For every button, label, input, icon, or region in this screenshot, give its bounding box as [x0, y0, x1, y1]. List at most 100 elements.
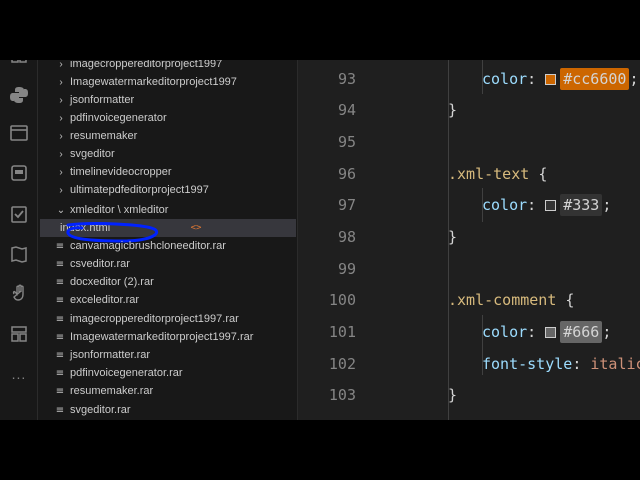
code-line[interactable]: 102 font-style: italic [298, 349, 640, 379]
code-line[interactable]: 95 [298, 127, 640, 157]
file-lines-icon: ≡ [55, 349, 65, 361]
semicolon: ; [602, 323, 612, 341]
tree-folder[interactable]: › resumemaker [40, 127, 296, 145]
code-line[interactable]: 94 } [298, 95, 640, 125]
colon: : [527, 323, 537, 341]
tree-label: Imagewatermarkeditorproject1997 [70, 76, 237, 88]
color-swatch[interactable] [545, 200, 557, 211]
tree-label: canvamagicbrushcloneeditor.rar [70, 240, 226, 252]
tree-label: pdfinvoicegenerator [70, 112, 167, 124]
tree-folder[interactable]: › imagecroppereditorproject1997 [40, 60, 296, 73]
tree-folder[interactable]: › timelinevideocropper [40, 163, 296, 181]
tree-folder[interactable]: › jsonformatter [40, 91, 296, 109]
tree-label: svgeditor [70, 148, 115, 160]
tree-folder-open[interactable]: ⌄ xmleditor \ xmleditor [40, 201, 296, 219]
line-number: 94 [337, 101, 356, 119]
map-icon[interactable] [8, 243, 30, 265]
code-line[interactable]: 98 } [298, 222, 640, 252]
browser-icon[interactable] [8, 122, 30, 144]
code-line[interactable]: 96 .xml-text { [298, 159, 640, 189]
tree-folder[interactable]: › ultimatepdfeditorproject1997 [40, 181, 296, 199]
code-line[interactable]: 103 } [298, 380, 640, 410]
tree-label: exceleditor.rar [70, 294, 140, 306]
line-number: 97 [337, 196, 356, 214]
chevron-right-icon: › [59, 166, 63, 178]
vscode-window: ... › imagecroppereditorproject1997 › Imag… [0, 60, 640, 420]
tree-label: jsonformatter.rar [70, 349, 151, 361]
line-number: 95 [337, 133, 356, 151]
tree-file[interactable]: ≡ jsonformatter.rar [40, 346, 296, 364]
tree-file[interactable]: ≡ docxeditor (2).rar [40, 273, 296, 291]
code-line[interactable]: 101 color: #666; [298, 317, 640, 347]
chevron-right-icon: › [59, 60, 63, 70]
line-number: 100 [328, 291, 356, 309]
color-swatch[interactable] [545, 327, 557, 338]
tree-folder[interactable]: › pdfinvoicegenerator [40, 109, 296, 127]
chevron-right-icon: › [59, 148, 63, 160]
tree-file[interactable]: ≡ imagecroppereditorproject1997.rar [40, 310, 296, 328]
tree-label: resumemaker [70, 130, 138, 142]
tree-label: Imagewatermarkeditorproject1997.rar [70, 331, 254, 343]
tree-label: docxeditor (2).rar [70, 276, 154, 288]
colon: : [527, 196, 537, 214]
chevron-right-icon: › [59, 112, 63, 124]
tree-file[interactable]: ≡ canvamagicbrushcloneeditor.rar [40, 237, 296, 255]
code-editor[interactable]: 93 color: #cc6600; 94 } 95 96 .xml-text … [298, 60, 640, 420]
checklist-icon[interactable] [8, 203, 30, 225]
tree-file[interactable]: ≡ exceleditor.rar [40, 291, 296, 309]
line-number: 99 [337, 260, 356, 278]
color-value: #666 [560, 321, 603, 343]
opening-brace: { [565, 291, 575, 309]
color-value: #cc6600 [560, 68, 630, 90]
code-line[interactable]: 100 .xml-comment { [298, 285, 640, 315]
semicolon: ; [629, 70, 639, 88]
tree-folder[interactable]: › Imagewatermarkeditorproject1997 [40, 73, 296, 91]
tree-file[interactable]: ≡ resumemaker.rar [40, 382, 296, 400]
line-number: 98 [337, 228, 356, 246]
tree-file[interactable]: ≡ csveditor.rar [40, 255, 296, 273]
layout-icon[interactable] [8, 323, 30, 345]
tree-file[interactable]: ≡ svgeditor.rar [40, 401, 296, 419]
chevron-down-icon: ⌄ [56, 204, 66, 216]
tree-label: ultimatepdfeditorproject1997 [70, 184, 209, 196]
css-selector: .xml-text [448, 165, 530, 183]
file-lines-icon: ≡ [55, 313, 65, 325]
line-number: 93 [337, 70, 356, 88]
line-number: 102 [328, 355, 356, 373]
closing-brace: } [448, 101, 458, 119]
chevron-right-icon: › [59, 94, 63, 106]
tree-file[interactable]: ≡ pdfinvoicegenerator.rar [40, 364, 296, 382]
file-lines-icon: ≡ [55, 240, 65, 252]
file-lines-icon: ≡ [55, 367, 65, 379]
extensions-icon[interactable] [8, 60, 30, 74]
hand-icon[interactable] [8, 282, 30, 304]
color-swatch[interactable] [545, 74, 557, 85]
panel-icon[interactable] [8, 162, 30, 184]
code-line[interactable]: 97 color: #333; [298, 190, 640, 220]
tree-file[interactable]: ≡ Imagewatermarkeditorproject1997.rar [40, 328, 296, 346]
closing-brace: } [448, 386, 458, 404]
tree-file-selected[interactable]: <> index.html [40, 219, 296, 243]
code-line[interactable]: 99 [298, 254, 640, 284]
tree-label: xmleditor \ xmleditor [70, 204, 169, 216]
more-icon[interactable]: ... [8, 363, 30, 385]
code-line[interactable]: 93 color: #cc6600; [298, 64, 640, 94]
tree-label: jsonformatter [70, 94, 135, 106]
css-property: color [482, 323, 528, 341]
css-value: italic [590, 355, 640, 373]
css-property: color [482, 196, 528, 214]
tree-label: resumemaker.rar [70, 385, 154, 397]
line-number: 103 [328, 386, 356, 404]
closing-brace: } [448, 228, 458, 246]
file-lines-icon: ≡ [55, 276, 65, 288]
chevron-right-icon: › [59, 184, 63, 196]
file-lines-icon: ≡ [55, 331, 65, 343]
tree-label: timelinevideocropper [70, 166, 172, 178]
chevron-right-icon: › [59, 130, 63, 142]
tree-folder[interactable]: › svgeditor [40, 145, 296, 163]
activity-bar: ... [0, 60, 38, 420]
file-lines-icon: ≡ [55, 258, 65, 270]
python-icon[interactable] [8, 84, 30, 106]
tree-label: csveditor.rar [70, 258, 130, 270]
css-property: font-style [482, 355, 573, 373]
